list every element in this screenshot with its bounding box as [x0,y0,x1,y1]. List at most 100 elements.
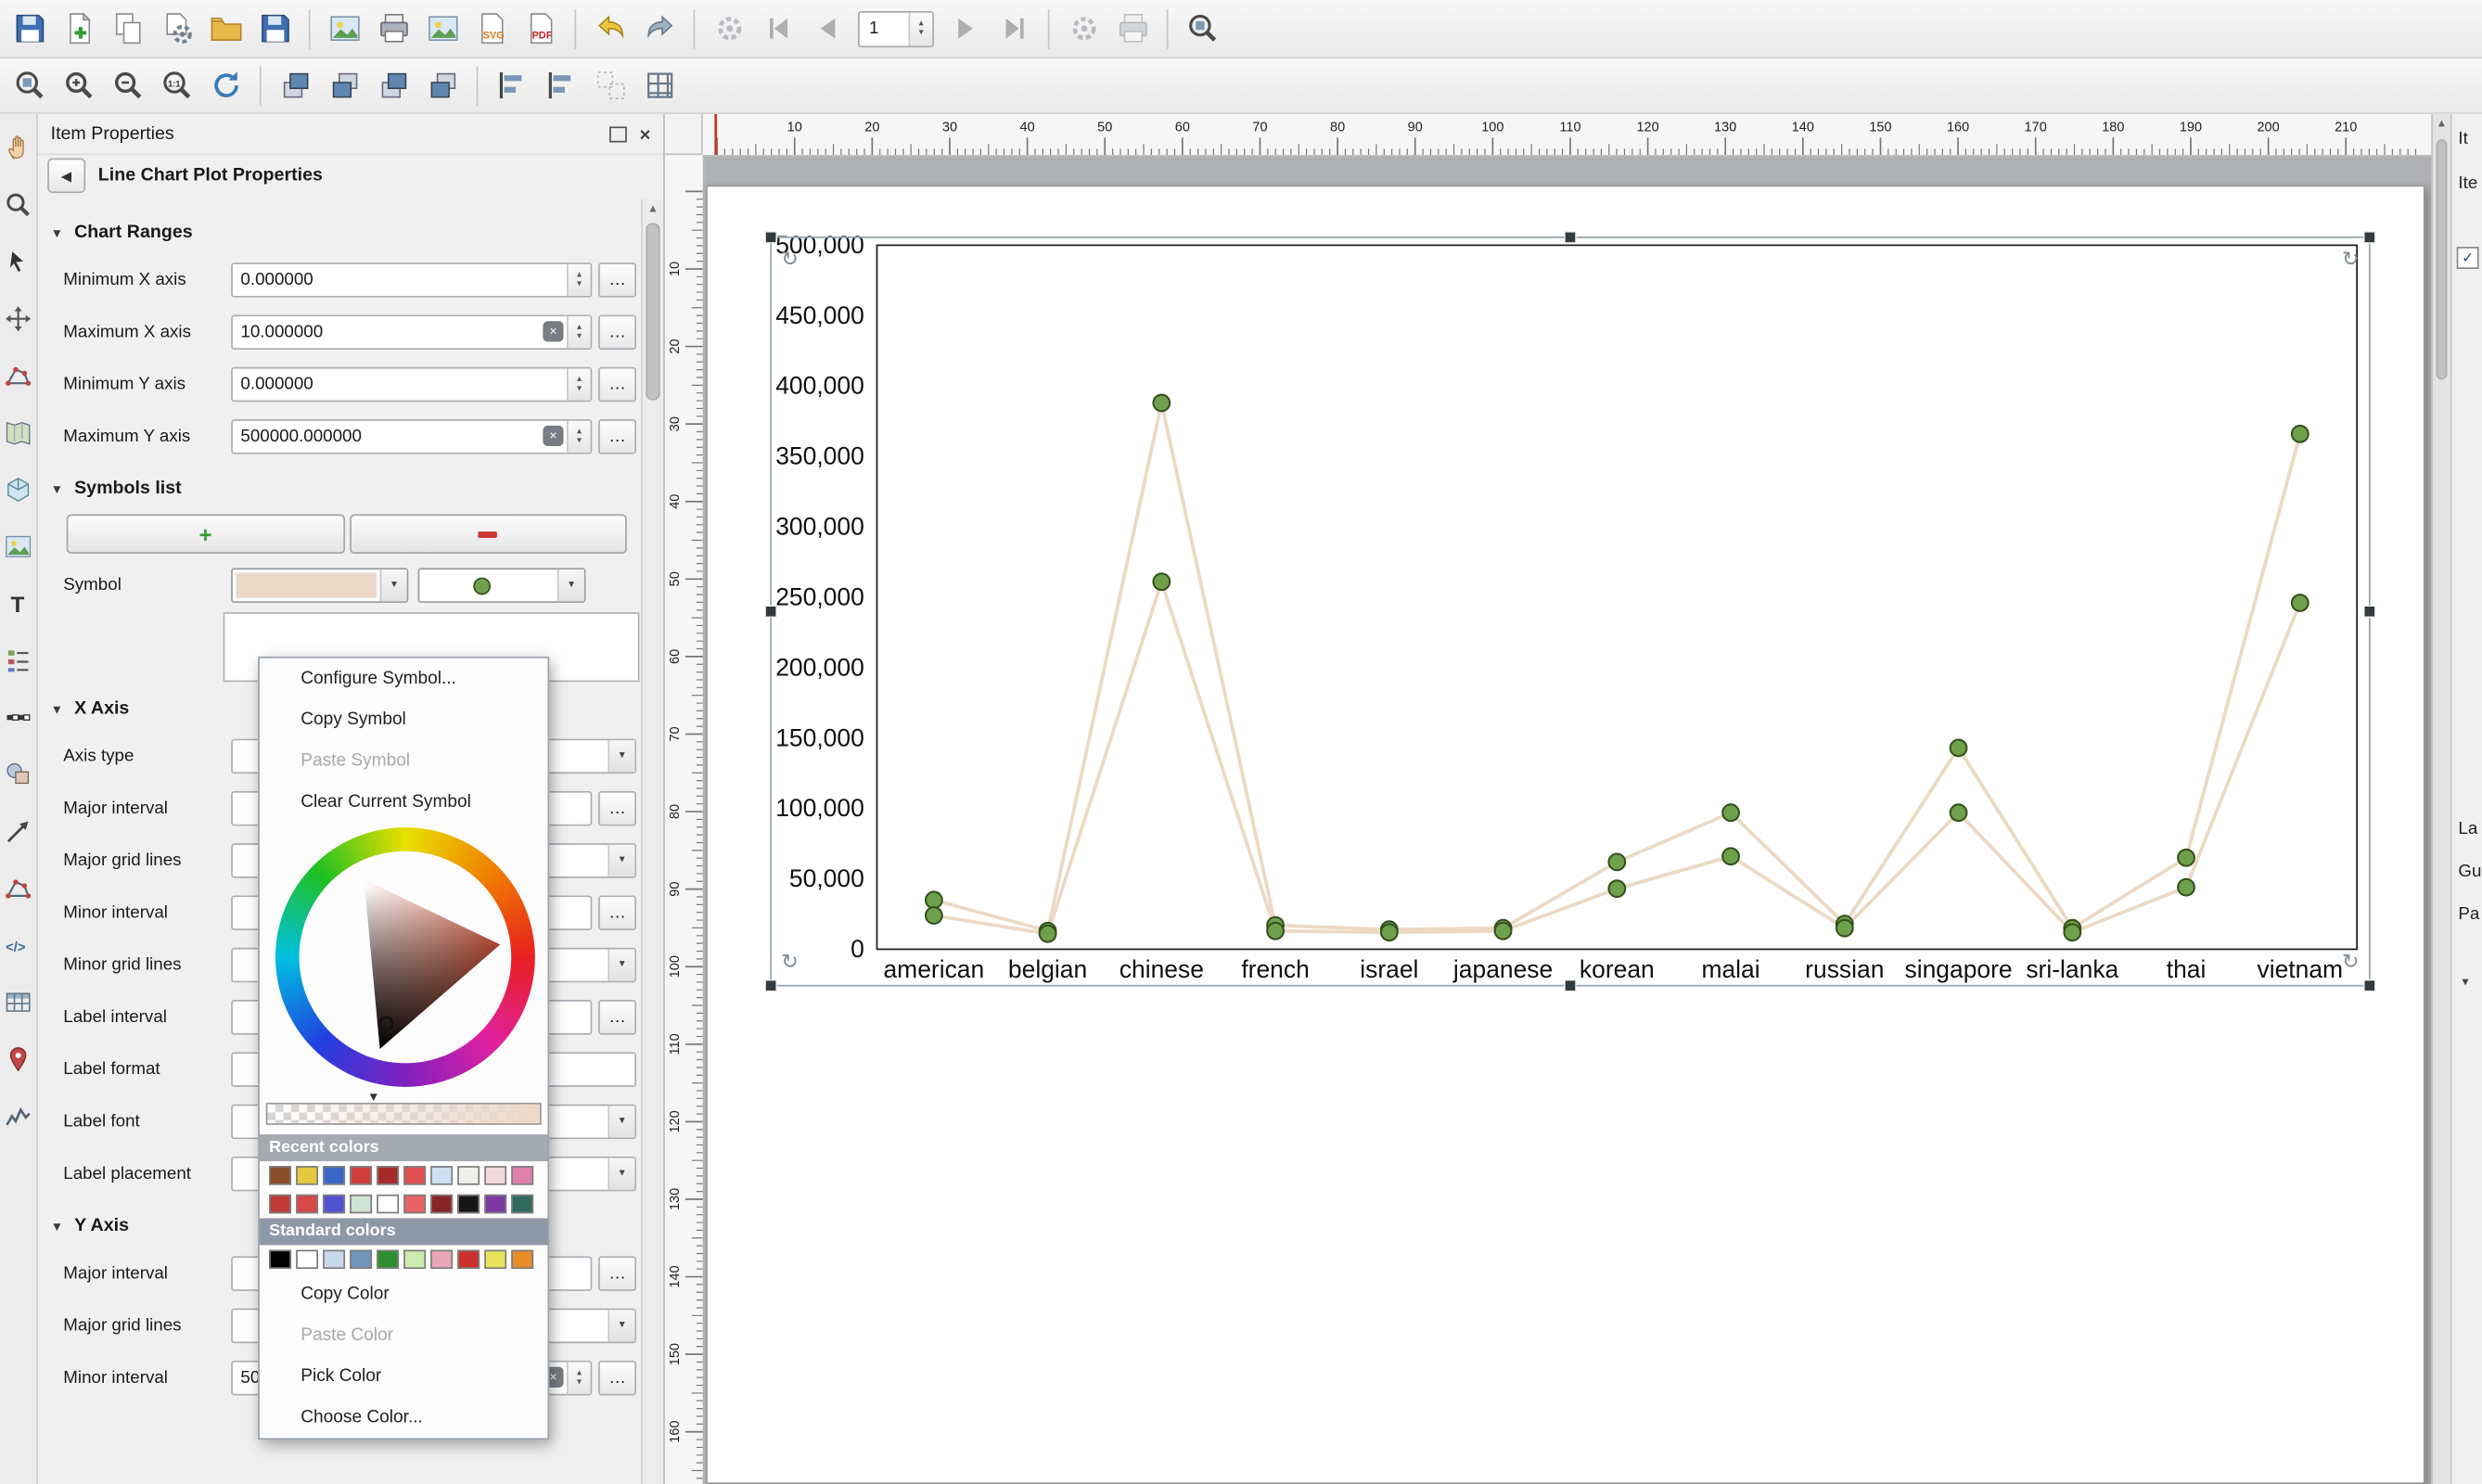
section-header-chart_ranges[interactable]: ▼Chart Ranges [51,212,643,253]
maximum-x-axis-input[interactable]: 10.000000×▴▾ [231,314,592,350]
opacity-gradient-bar[interactable] [266,1103,542,1125]
selection-handle[interactable] [2364,980,2375,991]
scrollbar-thumb[interactable] [646,224,659,401]
zoom-out-button[interactable] [105,62,150,108]
export-pdf-button[interactable] [518,6,563,51]
maximum-y-axis-input[interactable]: 500000.000000×▴▾ [231,418,592,454]
minimum-y-axis-input[interactable]: 0.000000▴▾ [231,366,592,402]
color-swatch[interactable] [484,1166,506,1184]
menu-item-pick-color[interactable]: Pick Color [260,1356,548,1397]
back-button[interactable]: ◀ [47,159,85,194]
color-swatch[interactable] [269,1250,291,1269]
redo-button[interactable] [636,6,682,51]
add-node-item-button[interactable] [3,874,32,909]
add-attribute-table-button[interactable] [3,987,32,1022]
zoom-tool-button[interactable] [3,190,32,225]
raise-items-button[interactable] [273,62,318,108]
zoom-actual-button[interactable] [154,62,199,108]
color-swatch[interactable] [323,1250,345,1269]
cropped-dropdown-arrow-icon[interactable]: ▼ [2460,978,2471,989]
panel-scrollbar[interactable]: ▲ [641,199,663,1484]
rotate-handle-icon[interactable]: ↻ [781,950,799,974]
cropped-checkbox[interactable]: ✓ [2457,247,2479,269]
add-elevation-profile-button[interactable] [3,1101,32,1136]
add-arrow-button[interactable] [3,816,32,851]
export-svg-button[interactable] [468,6,514,51]
lower-items-button[interactable] [321,62,366,108]
scrollbar-thumb[interactable] [2437,139,2448,379]
color-swatch[interactable] [511,1166,533,1184]
save-layout-button[interactable] [251,6,297,51]
export-image-button[interactable] [321,6,366,51]
selection-handle[interactable] [765,606,776,617]
new-layout-button[interactable] [56,6,101,51]
data-defined-override-button[interactable]: … [598,418,636,454]
color-swatch[interactable] [457,1250,480,1269]
add-label-button[interactable] [3,589,32,624]
color-swatch[interactable] [350,1195,372,1213]
distribute-items-button[interactable] [538,62,583,108]
add-marker-button[interactable] [3,1044,32,1080]
add-shape-button[interactable] [3,760,32,795]
menu-item-choose-color[interactable]: Choose Color... [260,1397,548,1438]
selection-handle[interactable] [2364,232,2375,243]
selection-handle[interactable] [1565,232,1576,243]
color-swatch[interactable] [403,1166,426,1184]
data-defined-override-button[interactable]: … [598,895,636,930]
color-swatch[interactable] [323,1195,345,1213]
rotate-handle-icon[interactable]: ↻ [2342,248,2360,272]
add-symbol-button[interactable]: + [67,514,345,554]
menu-item-configure-symbol[interactable]: Configure Symbol... [260,659,548,699]
selection-handle[interactable] [1565,980,1576,991]
zoom-in-button[interactable] [56,62,101,108]
send-to-back-button[interactable] [419,62,465,108]
selection-handle[interactable] [2364,606,2375,617]
spinner[interactable]: ▴▾ [567,263,591,295]
spinner[interactable]: ▴▾ [567,368,591,400]
align-items-button[interactable] [489,62,534,108]
edit-nodes-button[interactable] [3,361,32,396]
menu-item-copy-symbol[interactable]: Copy Symbol [260,699,548,740]
color-swatch[interactable] [350,1250,372,1269]
color-swatch[interactable] [484,1195,506,1213]
add-map-button[interactable] [3,417,32,453]
data-defined-override-button[interactable]: … [598,262,636,297]
menu-item-clear-current-symbol[interactable]: Clear Current Symbol [260,782,548,823]
grid-settings-button[interactable] [636,62,682,108]
clear-value-icon[interactable]: × [543,321,563,341]
color-swatch[interactable] [377,1195,399,1213]
pan-tool-button[interactable] [3,133,32,168]
spinner[interactable]: ▴▾ [567,315,591,347]
color-swatch[interactable] [296,1166,318,1184]
color-swatch[interactable] [511,1195,533,1213]
data-defined-override-button[interactable]: … [598,314,636,350]
menu-item-copy-color[interactable]: Copy Color [260,1273,548,1314]
clear-value-icon[interactable]: × [543,426,563,446]
data-defined-override-button[interactable]: … [598,790,636,825]
color-swatch[interactable] [457,1166,480,1184]
add-scalebar-button[interactable] [3,702,32,737]
section-header-symbols_list[interactable]: ▼Symbols list [51,468,643,509]
print-layout-button[interactable] [370,6,416,51]
select-move-item-button[interactable] [3,247,32,282]
saturation-triangle[interactable] [275,827,535,1087]
refresh-view-button[interactable] [202,62,248,108]
zoom-to-region-button[interactable] [1179,6,1224,51]
minimum-x-axis-input[interactable]: 0.000000▴▾ [231,262,592,297]
page-number-spinner[interactable]: ▴▾ [909,12,933,45]
data-defined-override-button[interactable]: … [598,366,636,402]
selection-handle[interactable] [765,232,776,243]
color-swatch[interactable] [403,1195,426,1213]
page-number-input[interactable]: 1▴▾ [858,10,934,46]
scroll-up-icon[interactable]: ▲ [2433,114,2450,134]
data-defined-override-button[interactable]: … [598,1256,636,1291]
save-project-button[interactable] [6,6,52,51]
color-swatch[interactable] [430,1195,453,1213]
color-swatch[interactable] [269,1166,291,1184]
color-swatch[interactable] [296,1195,318,1213]
line-chart-item[interactable]: 050,000100,000150,000200,000250,000300,0… [728,222,2390,1013]
canvas-vertical-scrollbar[interactable]: ▲ [2431,114,2450,1484]
spinner[interactable]: ▴▾ [567,1362,591,1393]
move-item-content-button[interactable] [3,304,32,339]
color-swatch[interactable] [403,1250,426,1269]
